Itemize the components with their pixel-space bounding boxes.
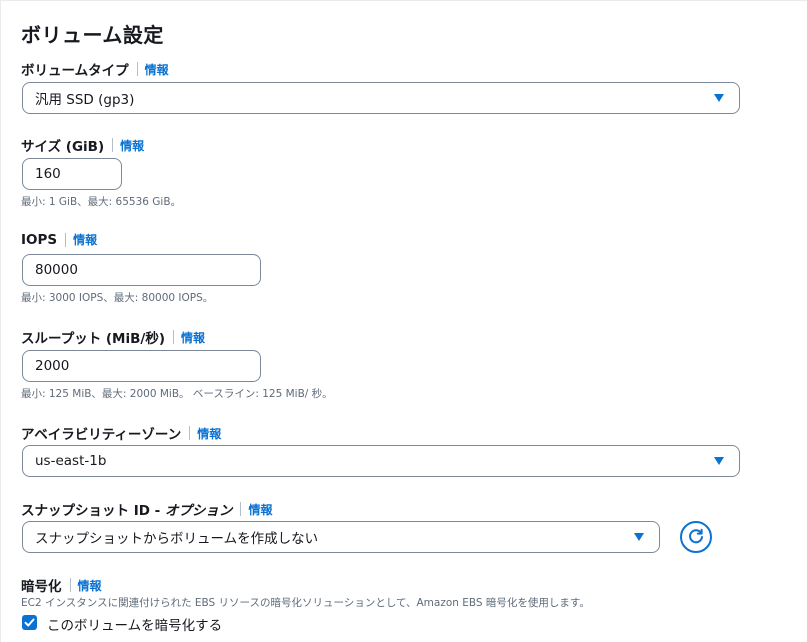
divider: [173, 330, 175, 344]
volume-type-info-link[interactable]: 情報: [145, 61, 169, 78]
divider: [136, 62, 138, 76]
volume-type-label-row: ボリュームタイプ 情報: [21, 59, 169, 79]
snapshot-label-main: スナップショット ID -: [21, 503, 165, 519]
caret-down-icon: [714, 457, 724, 465]
availability-zone-label-row: アベイラビリティーゾーン 情報: [21, 423, 221, 443]
divider: [69, 578, 71, 592]
check-icon: [24, 618, 35, 627]
snapshot-label-row: スナップショット ID - オプション 情報: [21, 499, 272, 519]
iops-input[interactable]: [22, 254, 261, 286]
refresh-snapshots-button[interactable]: [680, 521, 712, 553]
volume-settings-panel: ボリューム設定 ボリュームタイプ 情報 汎用 SSD (gp3) サイズ (Gi…: [0, 0, 807, 642]
throughput-input[interactable]: [22, 350, 261, 382]
size-hint: 最小: 1 GiB、最大: 65536 GiB。: [21, 196, 182, 208]
encryption-label: 暗号化: [21, 579, 62, 595]
throughput-label-row: スループット (MiB/秒) 情報: [21, 327, 205, 347]
snapshot-select[interactable]: スナップショットからボリュームを作成しない: [22, 521, 660, 553]
refresh-icon: [689, 528, 703, 544]
iops-hint: 最小: 3000 IOPS、最大: 80000 IOPS。: [21, 292, 214, 304]
size-input[interactable]: [22, 158, 122, 190]
throughput-info-link[interactable]: 情報: [181, 329, 205, 346]
iops-label: IOPS: [21, 231, 58, 248]
throughput-label: スループット (MiB/秒): [21, 331, 166, 347]
snapshot-label-optional: オプション: [164, 503, 233, 519]
divider: [240, 502, 242, 516]
size-info-link[interactable]: 情報: [120, 137, 144, 154]
snapshot-label: スナップショット ID - オプション: [21, 499, 232, 519]
encryption-info-link[interactable]: 情報: [78, 577, 102, 594]
encryption-description: EC2 インスタンスに関連付けられた EBS リソースの暗号化ソリューションとし…: [21, 597, 590, 609]
snapshot-value: スナップショットからボリュームを作成しない: [35, 531, 319, 547]
availability-zone-info-link[interactable]: 情報: [197, 425, 221, 442]
availability-zone-label: アベイラビリティーゾーン: [21, 427, 182, 443]
divider: [112, 138, 114, 152]
encrypt-volume-checkbox[interactable]: [22, 615, 37, 630]
volume-type-value: 汎用 SSD (gp3): [35, 92, 135, 108]
size-label-row: サイズ (GiB) 情報: [21, 135, 144, 155]
page-title: ボリューム設定: [21, 23, 164, 47]
volume-type-select[interactable]: 汎用 SSD (gp3): [22, 82, 740, 114]
iops-label-row: IOPS 情報: [21, 231, 97, 248]
encryption-label-row: 暗号化 情報: [21, 575, 102, 595]
availability-zone-select[interactable]: us-east-1b: [22, 445, 740, 477]
volume-type-label: ボリュームタイプ: [21, 63, 129, 79]
availability-zone-value: us-east-1b: [35, 453, 107, 469]
snapshot-info-link[interactable]: 情報: [248, 501, 272, 518]
caret-down-icon: [714, 94, 724, 102]
throughput-hint: 最小: 125 MiB、最大: 2000 MiB。 ベースライン: 125 Mi…: [21, 388, 333, 400]
caret-down-icon: [634, 533, 644, 541]
size-label: サイズ (GiB): [21, 139, 105, 155]
divider: [189, 426, 191, 440]
encrypt-volume-label[interactable]: このボリュームを暗号化する: [47, 614, 222, 634]
iops-info-link[interactable]: 情報: [73, 231, 97, 248]
divider: [65, 232, 67, 247]
